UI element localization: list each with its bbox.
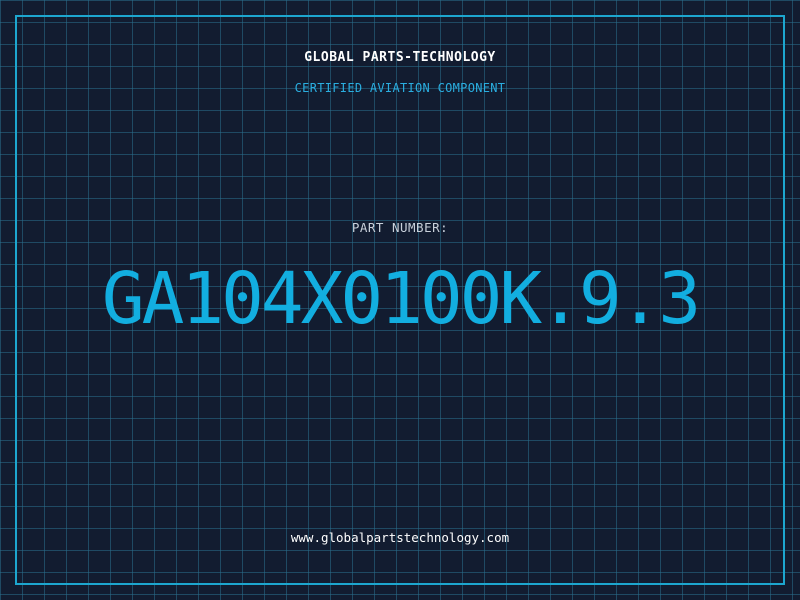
part-number-label: PART NUMBER: bbox=[351, 220, 449, 235]
label-canvas: GLOBAL PARTS-TECHNOLOGY CERTIFIED AVIATI… bbox=[0, 0, 800, 600]
certification-subtitle: CERTIFIED AVIATION COMPONENT bbox=[294, 81, 506, 95]
website-url: www.globalpartstechnology.com bbox=[290, 530, 510, 545]
company-name: GLOBAL PARTS-TECHNOLOGY bbox=[304, 50, 496, 65]
part-number-value: GA104X0100K.9.3 bbox=[101, 257, 701, 340]
